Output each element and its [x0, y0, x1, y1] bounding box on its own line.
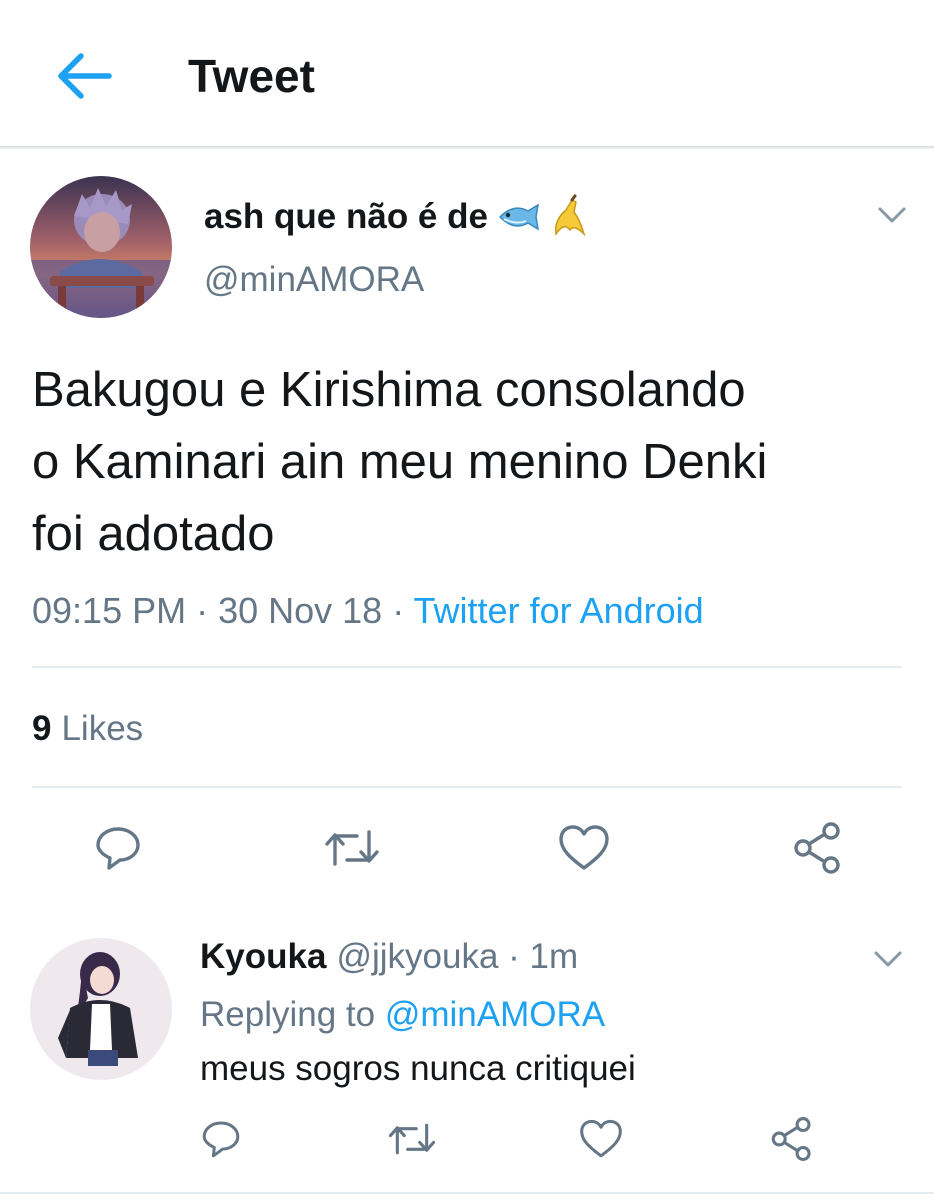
- meta-separator: ·: [498, 937, 530, 976]
- reply-like-button[interactable]: [574, 1114, 628, 1164]
- banana-emoji-icon: [550, 194, 590, 240]
- heart-icon: [580, 1119, 622, 1158]
- reply-options-button[interactable]: [870, 944, 906, 974]
- reply-button[interactable]: [88, 818, 148, 878]
- replying-to-mention[interactable]: @minAMORA: [385, 995, 605, 1034]
- tweet-options-button[interactable]: [874, 200, 910, 230]
- share-icon: [794, 822, 840, 874]
- tweet-time: 09:15 PM: [32, 590, 187, 631]
- back-arrow-icon: [58, 53, 112, 99]
- tweet-text: Bakugou e Kirishima consolando o Kaminar…: [32, 354, 912, 570]
- page-title: Tweet: [188, 50, 315, 102]
- header-divider: [0, 146, 934, 150]
- reply-author-name[interactable]: Kyouka: [200, 937, 326, 976]
- tweet-text-line: foi adotado: [32, 507, 275, 561]
- reply-retweet-button[interactable]: [384, 1114, 440, 1164]
- like-button[interactable]: [552, 818, 616, 878]
- reply-share-button[interactable]: [766, 1114, 818, 1164]
- retweet-icon: [325, 830, 379, 866]
- author-name-text: ash que não é de: [204, 197, 488, 236]
- tweet-metadata: 09:15 PM · 30 Nov 18 · Twitter for Andro…: [32, 588, 704, 634]
- avatar-image: [30, 176, 172, 318]
- tweet-source-link[interactable]: Twitter for Android: [414, 590, 704, 631]
- reply-author-avatar[interactable]: [30, 938, 172, 1080]
- tweet-text-line: Bakugou e Kirishima consolando: [32, 363, 746, 417]
- share-button[interactable]: [788, 818, 848, 878]
- top-app-bar: Tweet: [0, 0, 934, 146]
- author-avatar[interactable]: [30, 176, 172, 318]
- divider: [32, 786, 902, 788]
- share-icon: [771, 1117, 811, 1161]
- tweet-text-line: o Kaminari ain meu menino Denki: [32, 435, 768, 489]
- replying-to-label: Replying to: [200, 995, 385, 1034]
- divider: [0, 1192, 934, 1194]
- chevron-down-icon: [874, 951, 902, 967]
- meta-separator: ·: [382, 590, 414, 631]
- avatar-image: [30, 938, 172, 1080]
- author-display-name[interactable]: ash que não é de: [204, 194, 590, 240]
- back-button[interactable]: [48, 44, 118, 108]
- meta-separator: ·: [186, 590, 219, 631]
- likes-stat[interactable]: 9 Likes: [32, 706, 143, 752]
- retweet-icon: [388, 1123, 436, 1155]
- fish-emoji-icon: [496, 201, 542, 233]
- divider: [32, 666, 902, 668]
- reply-icon: [202, 1121, 240, 1158]
- reply-header: Kyouka @jjkyouka · 1m: [200, 934, 578, 980]
- reply-icon: [96, 827, 140, 870]
- retweet-button[interactable]: [320, 818, 384, 878]
- reply-timestamp: 1m: [529, 937, 579, 976]
- replying-to: Replying to @minAMORA: [200, 992, 605, 1038]
- author-handle[interactable]: @minAMORA: [204, 258, 424, 302]
- reply-author-handle[interactable]: @jjkyouka: [336, 937, 498, 976]
- reply-text: meus sogros nunca critiquei: [200, 1049, 636, 1088]
- likes-count: 9: [32, 709, 52, 748]
- likes-label: Likes: [61, 709, 144, 748]
- reply-reply-button[interactable]: [196, 1114, 246, 1164]
- heart-icon: [559, 825, 609, 870]
- tweet-date: 30 Nov 18: [218, 590, 383, 631]
- chevron-down-icon: [878, 207, 906, 223]
